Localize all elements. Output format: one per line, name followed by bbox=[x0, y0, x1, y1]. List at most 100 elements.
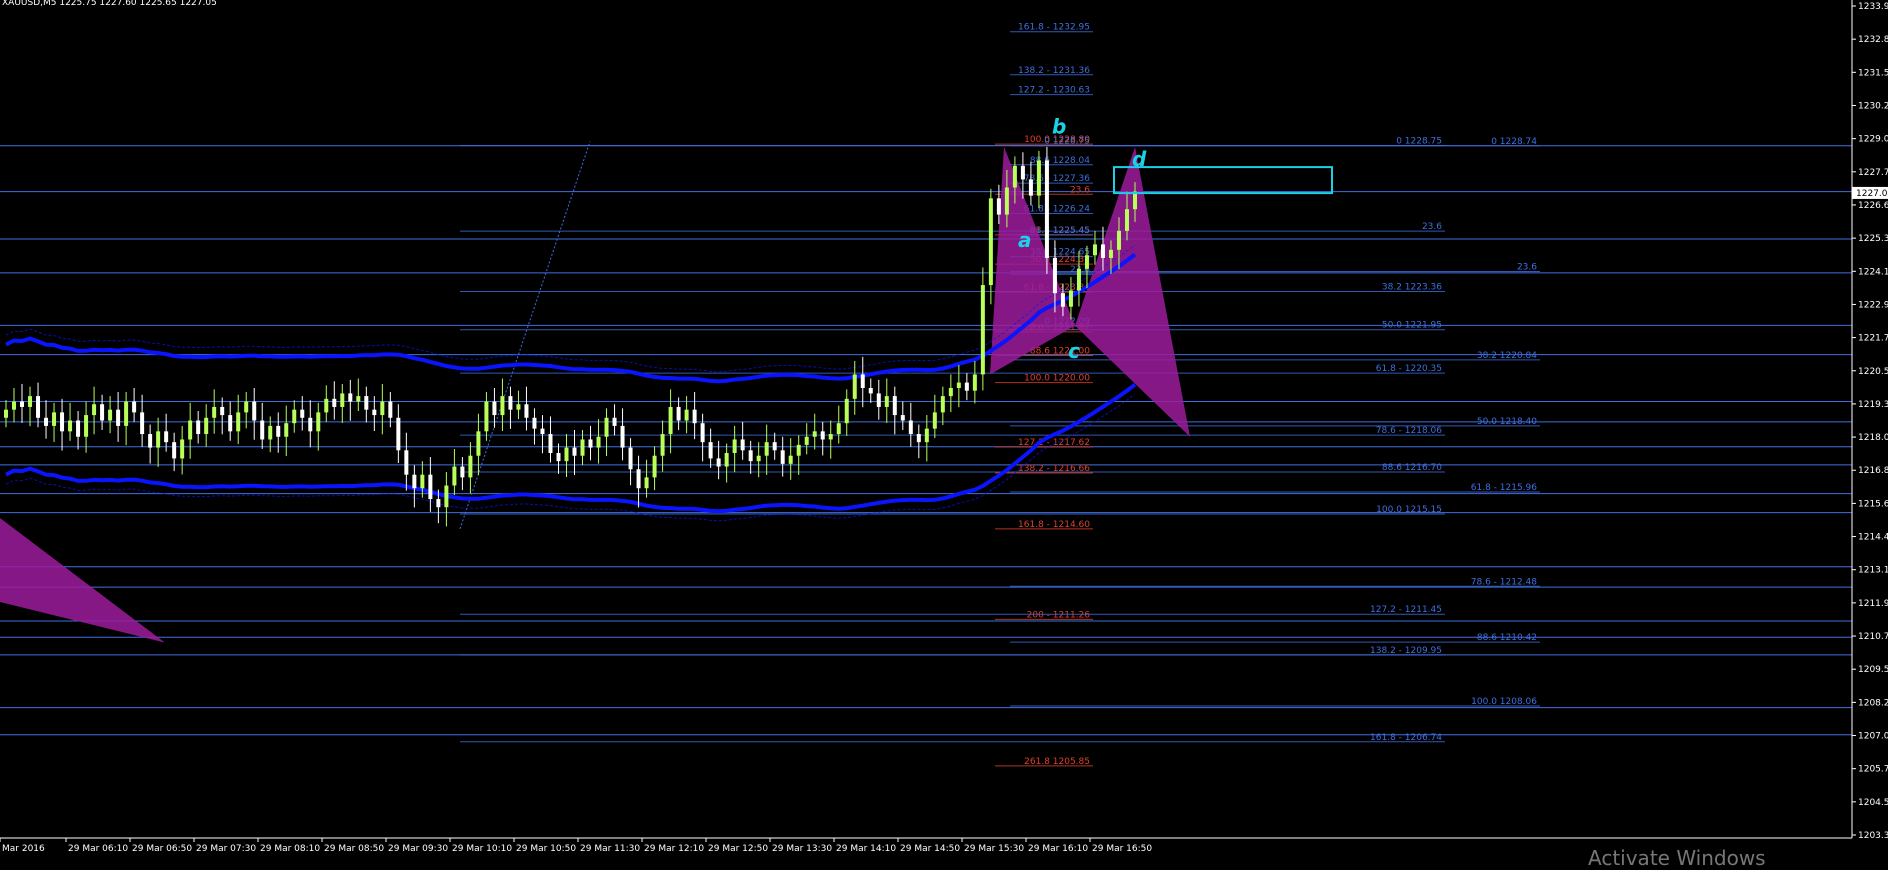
candle-body bbox=[172, 442, 177, 459]
candle-body bbox=[844, 398, 849, 424]
candle-body bbox=[324, 398, 329, 413]
candle-body bbox=[868, 387, 873, 394]
ma-envelope bbox=[5, 244, 1136, 373]
x-tick-label: 29 Mar 09:30 bbox=[388, 844, 448, 854]
candle-body bbox=[508, 396, 513, 410]
candle-body bbox=[764, 442, 769, 456]
candle-body bbox=[972, 374, 977, 391]
fib-label: 61.8 - 1226.24 bbox=[1024, 205, 1090, 215]
fib-label: 0 1228.75 bbox=[1396, 137, 1442, 147]
price-chart[interactable]: 161.8 - 1232.95 138.2 - 1231.36 127.2 - 12… bbox=[0, 0, 1888, 861]
candle-body bbox=[308, 417, 313, 432]
x-tick-label: 29 Mar 16:50 bbox=[1092, 844, 1152, 854]
fib-label: 23.6 bbox=[1517, 262, 1537, 272]
fib-label: 23.6 bbox=[1422, 222, 1442, 232]
candle-body bbox=[348, 393, 353, 402]
candle-body bbox=[100, 404, 105, 421]
y-tick-label: 1219.3 bbox=[1858, 400, 1888, 410]
candle-body bbox=[852, 374, 857, 399]
fib-label: 127.2 - 1230.63 bbox=[1018, 86, 1090, 96]
fib-label: 61.8 - 1220.35 bbox=[1376, 364, 1442, 374]
y-tick-label: 1220.5 bbox=[1858, 367, 1888, 377]
candle-body bbox=[1084, 255, 1089, 269]
fib-label: 127.2 - 1217.62 bbox=[1018, 438, 1090, 448]
candle-body bbox=[780, 450, 785, 464]
fib-label: 38.2 1220.84 bbox=[1477, 351, 1537, 361]
previous-pattern-triangle bbox=[0, 518, 165, 643]
y-tick-label: 1207.0 bbox=[1858, 732, 1888, 742]
fib-label: 88.6 1216.70 bbox=[1382, 463, 1442, 473]
fib-label: 38.2 1223.36 bbox=[1382, 283, 1442, 293]
candle-body bbox=[132, 401, 137, 413]
candle-body bbox=[964, 382, 969, 391]
candle-body bbox=[996, 198, 1001, 215]
candle-body bbox=[260, 420, 265, 440]
candle-body bbox=[716, 458, 721, 467]
candle-body bbox=[1133, 191, 1137, 210]
fib-label: 88.6 1210.42 bbox=[1477, 633, 1537, 643]
candle-body bbox=[380, 401, 385, 416]
y-tick-label: 1215.6 bbox=[1858, 499, 1888, 509]
fib-label: 50.0 1221.95 bbox=[1382, 321, 1442, 331]
candle-body bbox=[220, 406, 225, 416]
candle-body bbox=[828, 434, 833, 440]
y-tick-label: 1205.7 bbox=[1858, 765, 1888, 775]
fib-label: 138.2 - 1216.66 bbox=[1018, 464, 1090, 474]
candle-body bbox=[668, 406, 673, 435]
candle-body bbox=[724, 453, 729, 467]
candle-body bbox=[532, 417, 537, 429]
candle-body bbox=[708, 442, 713, 459]
candle-body bbox=[388, 401, 393, 418]
candle-body bbox=[540, 428, 545, 435]
candle-body bbox=[436, 499, 441, 508]
x-tick-label: 29 Mar 06:10 bbox=[68, 844, 128, 854]
pattern-label: c bbox=[1068, 339, 1080, 363]
candle-body bbox=[276, 425, 281, 437]
candle-body bbox=[84, 415, 89, 437]
candle-body bbox=[932, 412, 937, 429]
candle-body bbox=[340, 393, 345, 407]
current-price-label: 1227.0 bbox=[1856, 189, 1888, 199]
candle-body bbox=[364, 396, 369, 410]
candle-body bbox=[564, 447, 569, 462]
candle-body bbox=[940, 396, 945, 413]
y-tick-label: 1210.7 bbox=[1858, 632, 1888, 642]
x-tick-label: 29 Mar 12:10 bbox=[644, 844, 704, 854]
y-tick-label: 1226.6 bbox=[1858, 201, 1888, 211]
candle-body bbox=[660, 434, 665, 456]
x-tick-label: 29 Mar 08:10 bbox=[260, 844, 320, 854]
candle-body bbox=[204, 417, 209, 435]
candle-body bbox=[908, 420, 913, 435]
fib-label: 161.8 - 1206.74 bbox=[1370, 733, 1442, 743]
candle-body bbox=[500, 396, 505, 416]
x-tick-label: 29 Mar 10:50 bbox=[516, 844, 576, 854]
candle-body bbox=[68, 420, 73, 432]
candle-body bbox=[124, 401, 129, 426]
fib-label: 0 1228.74 bbox=[1491, 137, 1537, 147]
fib-label: 23.6 bbox=[1070, 185, 1090, 195]
candle-body bbox=[740, 439, 745, 451]
fib-label: 138.2 - 1231.36 bbox=[1018, 66, 1090, 76]
candle-body bbox=[284, 423, 289, 437]
candle-body bbox=[796, 444, 801, 456]
fib-label: 200 - 1211.26 bbox=[1027, 610, 1091, 620]
x-tick-label: 29 Mar 08:50 bbox=[324, 844, 384, 854]
candle-body bbox=[1124, 209, 1129, 231]
trend-line bbox=[459, 141, 591, 530]
y-tick-label: 1203.3 bbox=[1858, 831, 1888, 841]
candle-body bbox=[620, 425, 625, 448]
harmonic-pattern bbox=[0, 146, 1190, 643]
candle-body bbox=[596, 436, 601, 448]
candle-body bbox=[1020, 165, 1025, 180]
x-tick-label: 29 Mar 16:10 bbox=[1028, 844, 1088, 854]
x-tick-label: 29 Mar 07:30 bbox=[196, 844, 256, 854]
candle-body bbox=[604, 417, 609, 437]
y-tick-label: 1204.5 bbox=[1858, 798, 1888, 808]
candle-body bbox=[820, 431, 825, 440]
candle-body bbox=[572, 447, 577, 456]
candle-body bbox=[4, 409, 8, 418]
candle-body bbox=[492, 401, 497, 416]
candle-body bbox=[140, 412, 145, 435]
pattern-label: a bbox=[1018, 228, 1032, 252]
y-tick-label: 1218.0 bbox=[1858, 433, 1888, 443]
